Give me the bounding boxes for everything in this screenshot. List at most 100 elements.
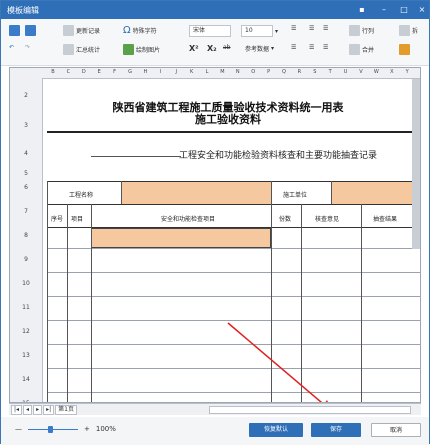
column-header-K[interactable]: K bbox=[185, 69, 199, 75]
column-header-M[interactable]: M bbox=[215, 69, 229, 75]
save-button[interactable]: 保存 bbox=[311, 423, 361, 437]
row-header-12[interactable]: 12 bbox=[10, 328, 42, 335]
row-header-2[interactable]: 2 bbox=[10, 92, 42, 99]
sheet-grid[interactable]: 陕西省建筑工程施工质量验收技术资料统一用表 施工验收资料 工程安全和功能检验资料… bbox=[43, 78, 420, 402]
save-icon bbox=[9, 25, 20, 36]
row-col-label: 行列 bbox=[362, 28, 375, 35]
strikethrough-button[interactable]: ab bbox=[223, 44, 231, 51]
revision-record-button[interactable]: 更新记录 bbox=[63, 25, 100, 36]
column-header-O[interactable]: O bbox=[246, 69, 260, 75]
column-header-L[interactable]: L bbox=[200, 69, 214, 75]
row-header-4[interactable]: 4 bbox=[10, 150, 42, 157]
column-header-U[interactable]: U bbox=[339, 69, 353, 75]
reference-data-button[interactable]: 参考数据 ▾ bbox=[245, 44, 274, 53]
split-button[interactable]: 拆 bbox=[399, 25, 418, 36]
font-family-select[interactable]: 宋体 bbox=[189, 25, 231, 37]
column-header-E[interactable]: E bbox=[92, 69, 106, 75]
zoom-out-button[interactable]: — bbox=[15, 425, 22, 433]
row-header: 23456789101112131415 bbox=[10, 78, 43, 402]
row-header-9[interactable]: 9 bbox=[10, 256, 42, 263]
superscript-button[interactable]: X² bbox=[189, 44, 199, 53]
row-header-10[interactable]: 10 bbox=[10, 280, 42, 287]
row-header-3[interactable]: 3 bbox=[10, 122, 42, 129]
column-header-S[interactable]: S bbox=[308, 69, 322, 75]
column-header-J[interactable]: J bbox=[169, 69, 183, 75]
spreadsheet-area[interactable]: BCDEFGHIJKLMNOPQRSTUVWXY 2 3 4 5 6 7 8 9 10 11 12 1… bbox=[9, 67, 421, 403]
chevron-down-icon: ▾ bbox=[275, 27, 279, 35]
subscript-icon: X₂ bbox=[207, 44, 217, 53]
summary-button[interactable]: 汇总统计 bbox=[63, 44, 100, 55]
align-left-icon: ☰ bbox=[291, 25, 297, 32]
column-header-B[interactable]: B bbox=[46, 69, 60, 75]
strikethrough-icon: ab bbox=[223, 44, 231, 51]
valign-bottom-button[interactable]: ☰ bbox=[323, 44, 328, 51]
save-tool[interactable] bbox=[9, 25, 20, 36]
font-size-select[interactable]: 10 ▾ bbox=[241, 25, 278, 37]
prev-sheet-button[interactable]: ◂ bbox=[23, 405, 33, 415]
split-label: 拆 bbox=[412, 28, 419, 35]
column-header-F[interactable]: F bbox=[108, 69, 122, 75]
pin-button[interactable]: ▪ bbox=[351, 3, 373, 16]
subscript-button[interactable]: X₂ bbox=[207, 44, 217, 53]
lock-button[interactable] bbox=[399, 44, 410, 55]
next-sheet-button[interactable]: ▸ bbox=[33, 405, 43, 415]
horizontal-scrollbar[interactable] bbox=[209, 406, 411, 414]
column-header-G[interactable]: G bbox=[123, 69, 137, 75]
redo-button[interactable]: ↷ bbox=[25, 44, 30, 51]
column-header-H[interactable]: H bbox=[138, 69, 152, 75]
align-center-button[interactable]: ☰ bbox=[309, 25, 314, 32]
column-header-D[interactable]: D bbox=[77, 69, 91, 75]
align-center-icon: ☰ bbox=[309, 25, 315, 32]
undo-button[interactable]: ↶ bbox=[9, 44, 14, 51]
zoom-level: 100% bbox=[95, 425, 116, 433]
vertical-scrollbar[interactable] bbox=[411, 67, 421, 403]
first-sheet-button[interactable]: |◂ bbox=[11, 405, 23, 415]
column-header-V[interactable]: V bbox=[354, 69, 368, 75]
row-header-5[interactable]: 5 bbox=[10, 170, 42, 177]
column-header-W[interactable]: W bbox=[369, 69, 383, 75]
column-header-Q[interactable]: Q bbox=[277, 69, 291, 75]
valign-top-button[interactable]: ☰ bbox=[291, 44, 296, 51]
scrollbar-thumb[interactable] bbox=[412, 79, 420, 249]
split-icon bbox=[399, 25, 410, 36]
row-header-11[interactable]: 11 bbox=[10, 304, 42, 311]
minimize-button[interactable]: – bbox=[373, 3, 395, 16]
special-char-button[interactable]: Ω 特殊字符 bbox=[123, 25, 157, 36]
column-header-C[interactable]: C bbox=[61, 69, 75, 75]
column-header-N[interactable]: N bbox=[231, 69, 245, 75]
last-sheet-button[interactable]: ▸| bbox=[43, 405, 55, 415]
row-header-8[interactable]: 8 bbox=[10, 232, 42, 239]
restore-default-button[interactable]: 恢复默认 bbox=[249, 423, 303, 437]
column-header-R[interactable]: R bbox=[292, 69, 306, 75]
merge-button[interactable]: 合并 bbox=[349, 44, 374, 55]
row-header-14[interactable]: 14 bbox=[10, 376, 42, 383]
zoom-slider[interactable] bbox=[28, 425, 78, 433]
align-left-button[interactable]: ☰ bbox=[291, 25, 296, 32]
lock-icon bbox=[399, 44, 410, 55]
row-header-13[interactable]: 13 bbox=[10, 352, 42, 359]
valign-bottom-icon: ☰ bbox=[323, 44, 329, 51]
column-header-I[interactable]: I bbox=[154, 69, 168, 75]
row-header-6[interactable]: 6 bbox=[10, 184, 42, 191]
special-char-label: 特殊字符 bbox=[132, 28, 157, 35]
valign-middle-button[interactable]: ☰ bbox=[309, 44, 314, 51]
omega-icon: Ω bbox=[123, 25, 131, 36]
sheet-tab-page1[interactable]: 第1页 bbox=[55, 405, 77, 415]
valign-middle-icon: ☰ bbox=[309, 44, 315, 51]
insert-image-button[interactable]: 绘制图片 bbox=[123, 44, 160, 55]
summary-icon bbox=[63, 44, 74, 55]
column-header-X[interactable]: X bbox=[385, 69, 399, 75]
cancel-button[interactable]: 取消 bbox=[371, 423, 421, 437]
red-arrow-annotation bbox=[227, 322, 328, 402]
zoom-in-button[interactable]: + bbox=[84, 425, 90, 433]
column-header-T[interactable]: T bbox=[323, 69, 337, 75]
column-header-P[interactable]: P bbox=[262, 69, 276, 75]
document-icon bbox=[63, 25, 74, 36]
footer-bar: — + 100% 恢复默认 保存 取消 bbox=[1, 417, 429, 445]
row-col-button[interactable]: 行列 bbox=[349, 25, 374, 36]
font-family-value: 宋体 bbox=[189, 25, 231, 37]
align-right-button[interactable]: ☰ bbox=[323, 25, 328, 32]
close-button[interactable]: × bbox=[411, 3, 430, 16]
row-header-7[interactable]: 7 bbox=[10, 208, 42, 215]
copy-tool[interactable] bbox=[25, 25, 36, 36]
